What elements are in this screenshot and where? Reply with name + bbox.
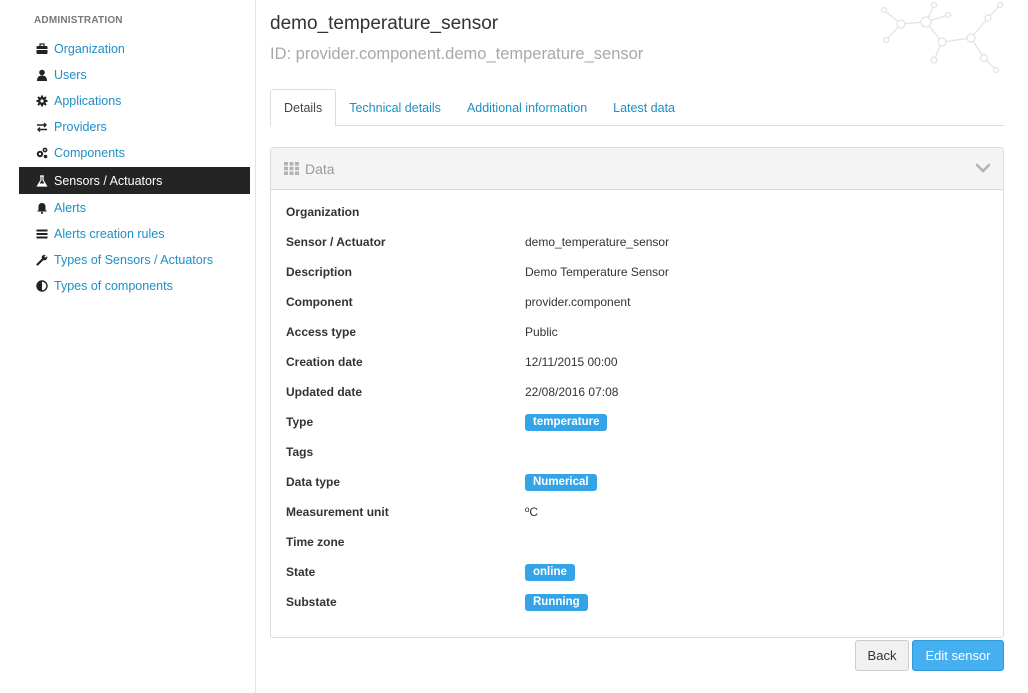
panel-header[interactable]: Data (271, 148, 1003, 190)
row-value: Demo Temperature Sensor (525, 265, 669, 279)
wrench-icon (35, 254, 48, 267)
sidebar-item-users[interactable]: Users (19, 62, 250, 88)
detail-row-time-zone: Time zone (286, 527, 669, 557)
sidebar-item-label: Providers (54, 120, 107, 134)
tab-details[interactable]: Details (270, 89, 337, 127)
user-icon (35, 69, 48, 82)
row-value: ºC (525, 505, 539, 519)
detail-rows: Organization Sensor / Actuator demo_temp… (286, 197, 669, 617)
row-label: Sensor / Actuator (286, 235, 386, 249)
row-value: Public (525, 325, 558, 339)
detail-row-data-type: Data type Numerical (286, 467, 669, 497)
detail-row-measurement-unit: Measurement unit ºC (286, 497, 669, 527)
sidebar-item-alerts[interactable]: Alerts (19, 195, 250, 221)
data-type-badge: Numerical (525, 473, 597, 491)
sidebar-item-label: Types of components (54, 279, 173, 293)
panel-title: Data (305, 160, 335, 177)
row-value: 22/08/2016 07:08 (525, 385, 619, 399)
sidebar-item-label: Alerts creation rules (54, 227, 165, 241)
briefcase-icon (35, 43, 48, 56)
detail-row-description: Description Demo Temperature Sensor (286, 257, 669, 287)
row-label: Substate (286, 595, 337, 609)
exchange-icon (35, 121, 48, 134)
row-value: demo_temperature_sensor (525, 235, 670, 249)
row-label: State (286, 565, 316, 579)
list-icon (35, 228, 48, 241)
sidebar-item-types-of-components[interactable]: Types of components (19, 273, 250, 299)
page-subtitle: ID: provider.component.demo_temperature_… (270, 45, 644, 63)
tab-latest-data[interactable]: Latest data (600, 89, 688, 126)
tab-bar: Details Technical details Additional inf… (270, 89, 1004, 127)
row-label: Creation date (286, 355, 363, 369)
page-title: demo_temperature_sensor (270, 13, 499, 34)
sidebar-item-label: Alerts (54, 201, 86, 215)
edit-sensor-button[interactable]: Edit sensor (912, 640, 1004, 671)
sidebar-item-components[interactable]: Components (19, 140, 250, 166)
row-label: Access type (286, 325, 357, 339)
back-button[interactable]: Back (855, 640, 909, 671)
detail-row-state: State online (286, 557, 669, 587)
detail-row-tags: Tags (286, 437, 669, 467)
tab-additional-information[interactable]: Additional information (454, 89, 600, 126)
data-panel: Data Organization Sensor / Actuator demo… (270, 147, 1004, 638)
network-decoration-icon (880, 1, 1004, 74)
row-label: Measurement unit (286, 505, 389, 519)
chevron-down-icon[interactable] (975, 162, 991, 174)
sidebar-item-label: Types of Sensors / Actuators (54, 253, 214, 267)
sidebar-item-providers[interactable]: Providers (19, 114, 250, 140)
gears-icon (35, 147, 48, 160)
detail-row-sensor-actuator: Sensor / Actuator demo_temperature_senso… (286, 227, 669, 257)
tab-technical-details[interactable]: Technical details (336, 89, 454, 126)
sidebar-item-types-of-sensors[interactable]: Types of Sensors / Actuators (19, 247, 250, 273)
half-circle-icon (35, 280, 48, 293)
detail-row-organization: Organization (286, 197, 669, 227)
detail-row-component: Component provider.component (286, 287, 669, 317)
sidebar-item-label: Organization (54, 42, 125, 56)
sidebar-item-sensors-actuators[interactable]: Sensors / Actuators (19, 167, 250, 194)
sidebar-heading: ADMINISTRATION (34, 15, 123, 26)
state-badge: online (525, 563, 575, 581)
detail-row-creation-date: Creation date 12/11/2015 00:00 (286, 347, 669, 377)
row-label: Data type (286, 475, 341, 489)
sidebar-nav: Organization Users Applications Provider… (19, 36, 250, 299)
sidebar-item-label: Users (54, 68, 87, 82)
sidebar-item-applications[interactable]: Applications (19, 88, 250, 114)
grid-icon (284, 162, 299, 175)
row-label: Type (286, 415, 314, 429)
sidebar-item-label: Applications (54, 94, 122, 108)
row-label: Component (286, 295, 353, 309)
row-label: Organization (286, 205, 360, 219)
row-label: Updated date (286, 385, 363, 399)
gear-icon (35, 95, 48, 108)
row-label: Tags (286, 445, 314, 459)
sidebar-item-organization[interactable]: Organization (19, 36, 250, 62)
detail-row-updated-date: Updated date 22/08/2016 07:08 (286, 377, 669, 407)
sidebar-item-alerts-creation-rules[interactable]: Alerts creation rules (19, 221, 250, 247)
detail-row-type: Type temperature (286, 407, 669, 437)
flask-icon (35, 174, 48, 187)
type-badge: temperature (525, 413, 608, 431)
detail-row-access-type: Access type Public (286, 317, 669, 347)
row-label: Description (286, 265, 353, 279)
row-value: provider.component (525, 295, 631, 309)
bell-icon (35, 202, 48, 215)
sidebar-item-label: Sensors / Actuators (54, 173, 163, 188)
row-label: Time zone (286, 535, 345, 549)
row-value: 12/11/2015 00:00 (525, 355, 618, 369)
sidebar: ADMINISTRATION Organization Users Applic… (0, 0, 256, 693)
sidebar-item-label: Components (54, 146, 125, 160)
substate-badge: Running (525, 593, 588, 611)
detail-row-substate: Substate Running (286, 587, 669, 617)
